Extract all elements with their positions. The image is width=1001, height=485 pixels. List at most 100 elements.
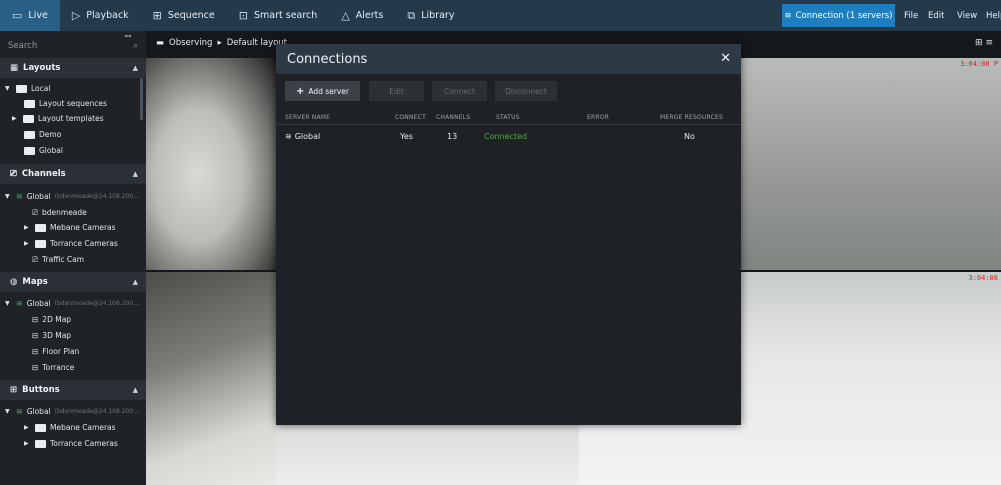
- expand-down-icon: ▼: [5, 300, 10, 307]
- menu-file[interactable]: File: [904, 0, 918, 31]
- camera-view-1[interactable]: [146, 58, 276, 270]
- tab-smart-search[interactable]: ⊡ Smart search: [227, 0, 330, 31]
- tree-item-label: Layout sequences: [39, 99, 107, 108]
- column-channels[interactable]: CHANNELS: [436, 114, 470, 121]
- tree-item-maps-global[interactable]: ▼ ≋ Global (bdenmeade@24.108.200...: [5, 296, 139, 311]
- close-icon[interactable]: ✕: [720, 51, 731, 66]
- breadcrumb-arrow-icon: ▸: [217, 38, 222, 48]
- server-icon: ≋: [16, 407, 23, 416]
- server-hint: (bdenmeade@24.108.200...: [54, 408, 139, 415]
- tab-sequence-label: Sequence: [167, 10, 215, 21]
- tree-item-traffic-cam[interactable]: ⎚ Traffic Cam: [32, 252, 84, 267]
- sidebar-search[interactable]: Search ⌕: [0, 37, 146, 55]
- section-layouts[interactable]: ▦ Layouts ▲: [0, 58, 146, 78]
- camera-timestamp: 3:04:08 P: [960, 60, 998, 68]
- disconnect-button[interactable]: Disconnect: [495, 81, 557, 101]
- section-channels[interactable]: ⎚ Channels ▲: [0, 164, 146, 184]
- tab-live-label: Live: [28, 10, 48, 21]
- camera-view-2[interactable]: 3:04:08 P: [741, 58, 1001, 270]
- tree-item-buttons-mebane[interactable]: ▶ Mebane Cameras: [24, 420, 116, 435]
- column-connect[interactable]: CONNECT: [395, 114, 426, 121]
- column-status[interactable]: STATUS: [496, 114, 520, 121]
- breadcrumb-prefix: Observing: [169, 38, 213, 48]
- server-stack-icon: ≋: [285, 132, 292, 141]
- buttons-icon: ⊞: [10, 385, 18, 395]
- tab-smart-search-label: Smart search: [253, 10, 318, 21]
- folder-icon: [16, 84, 27, 93]
- tree-item-torrance-map[interactable]: ⊟ Torrance: [32, 360, 74, 375]
- table-header: SERVER NAME CONNECT CHANNELS STATUS ERRO…: [276, 110, 741, 125]
- expand-down-icon: ▼: [5, 408, 10, 415]
- server-name-text: Global: [294, 132, 321, 141]
- tree-item-label: Global: [26, 407, 51, 416]
- tree-item-layout-templates[interactable]: ▶ Layout templates: [12, 111, 104, 126]
- tree-item-label: 2D Map: [42, 315, 72, 324]
- tree-item-layout-sequences[interactable]: Layout sequences: [24, 96, 107, 111]
- camera-icon: ⎚: [10, 169, 17, 179]
- folder-icon: [35, 239, 46, 248]
- section-maps[interactable]: ◍ Maps ▲: [0, 272, 146, 292]
- tree-item-label: Mebane Cameras: [50, 223, 116, 232]
- collapse-caret-icon: ▲: [132, 278, 138, 286]
- tree-item-mebane-cameras[interactable]: ▶ Mebane Cameras: [24, 220, 116, 235]
- sidebar-scrollbar[interactable]: [140, 78, 143, 120]
- tree-item-label: Torrance: [42, 363, 75, 372]
- tree-item-buttons-torrance[interactable]: ▶ Torrance Cameras: [24, 436, 118, 451]
- tab-live[interactable]: ▭ Live: [0, 0, 60, 31]
- tab-library[interactable]: ⧉ Library: [395, 0, 466, 31]
- tab-alerts[interactable]: △ Alerts: [329, 0, 395, 31]
- breadcrumb: ▬ Observing ▸ Default layout: [156, 38, 287, 48]
- tree-item-demo[interactable]: Demo: [24, 127, 61, 142]
- folder-icon: [35, 439, 46, 448]
- add-server-button[interactable]: + Add server: [285, 81, 360, 101]
- tree-item-local[interactable]: ▼ Local: [5, 81, 50, 96]
- tree-item-2d-map[interactable]: ⊟ 2D Map: [32, 312, 71, 327]
- search-input[interactable]: Search: [8, 41, 37, 51]
- cell-status: Connected: [484, 132, 528, 141]
- collapse-caret-icon: ▲: [132, 170, 138, 178]
- tree-item-channels-global[interactable]: ▼ ≋ Global (bdenmeade@24.108.200...: [5, 189, 139, 204]
- column-server-name[interactable]: SERVER NAME: [285, 114, 330, 121]
- tree-item-3d-map[interactable]: ⊟ 3D Map: [32, 328, 71, 343]
- connection-button[interactable]: ≋ Connection (1 servers): [782, 4, 895, 27]
- tree-item-label: Mebane Cameras: [50, 423, 116, 432]
- tree-item-label: bdenmeade: [42, 208, 87, 217]
- tree-item-torrance-cameras[interactable]: ▶ Torrance Cameras: [24, 236, 118, 251]
- table-row[interactable]: ≋ Global Yes 13 Connected No: [276, 129, 741, 145]
- tree-item-buttons-global[interactable]: ▼ ≋ Global (bdenmeade@24.108.200...: [5, 404, 139, 419]
- camera-view-5[interactable]: [276, 425, 579, 485]
- menu-icon[interactable]: ≡: [986, 38, 997, 48]
- tab-playback-label: Playback: [86, 10, 129, 21]
- tree-item-label: Torrance Cameras: [50, 439, 118, 448]
- folder-icon: [35, 423, 46, 432]
- tree-item-floor-plan[interactable]: ⊟ Floor Plan: [32, 344, 79, 359]
- menu-edit[interactable]: Edit: [928, 0, 944, 31]
- monitor-icon: ▭: [12, 9, 23, 22]
- connect-button[interactable]: Connect: [432, 81, 487, 101]
- library-icon: ⧉: [407, 8, 416, 22]
- camera-view-3[interactable]: [146, 272, 276, 485]
- expand-right-icon: ▶: [24, 224, 29, 231]
- tree-item-bdenmeade[interactable]: ⎚ bdenmeade: [32, 205, 87, 220]
- layout-switch-icon[interactable]: ⊞: [975, 38, 986, 48]
- column-error[interactable]: ERROR: [587, 114, 609, 121]
- tab-playback[interactable]: ▷ Playback: [60, 0, 141, 31]
- section-channels-label: Channels: [21, 169, 66, 179]
- dialog-title: Connections: [276, 44, 741, 74]
- layout-icon: ▬: [156, 38, 165, 48]
- tree-item-label: Global: [26, 192, 51, 201]
- collapse-caret-icon: ▲: [132, 386, 138, 394]
- tab-sequence[interactable]: ⊞ Sequence: [141, 0, 227, 31]
- section-buttons[interactable]: ⊞ Buttons ▲: [0, 380, 146, 400]
- section-buttons-label: Buttons: [22, 385, 60, 395]
- menu-help[interactable]: Help: [986, 0, 1001, 31]
- layout-icon: [24, 130, 35, 139]
- expand-right-icon: ▶: [24, 240, 29, 247]
- tab-alerts-label: Alerts: [355, 10, 384, 21]
- tree-item-global-layout[interactable]: Global: [24, 143, 63, 158]
- edit-button[interactable]: Edit: [369, 81, 424, 101]
- menu-view[interactable]: View: [957, 0, 977, 31]
- globe-icon: ◍: [10, 277, 18, 287]
- column-merge-resources[interactable]: MERGE RESOURCES: [660, 114, 723, 121]
- expand-down-icon: ▼: [5, 85, 10, 92]
